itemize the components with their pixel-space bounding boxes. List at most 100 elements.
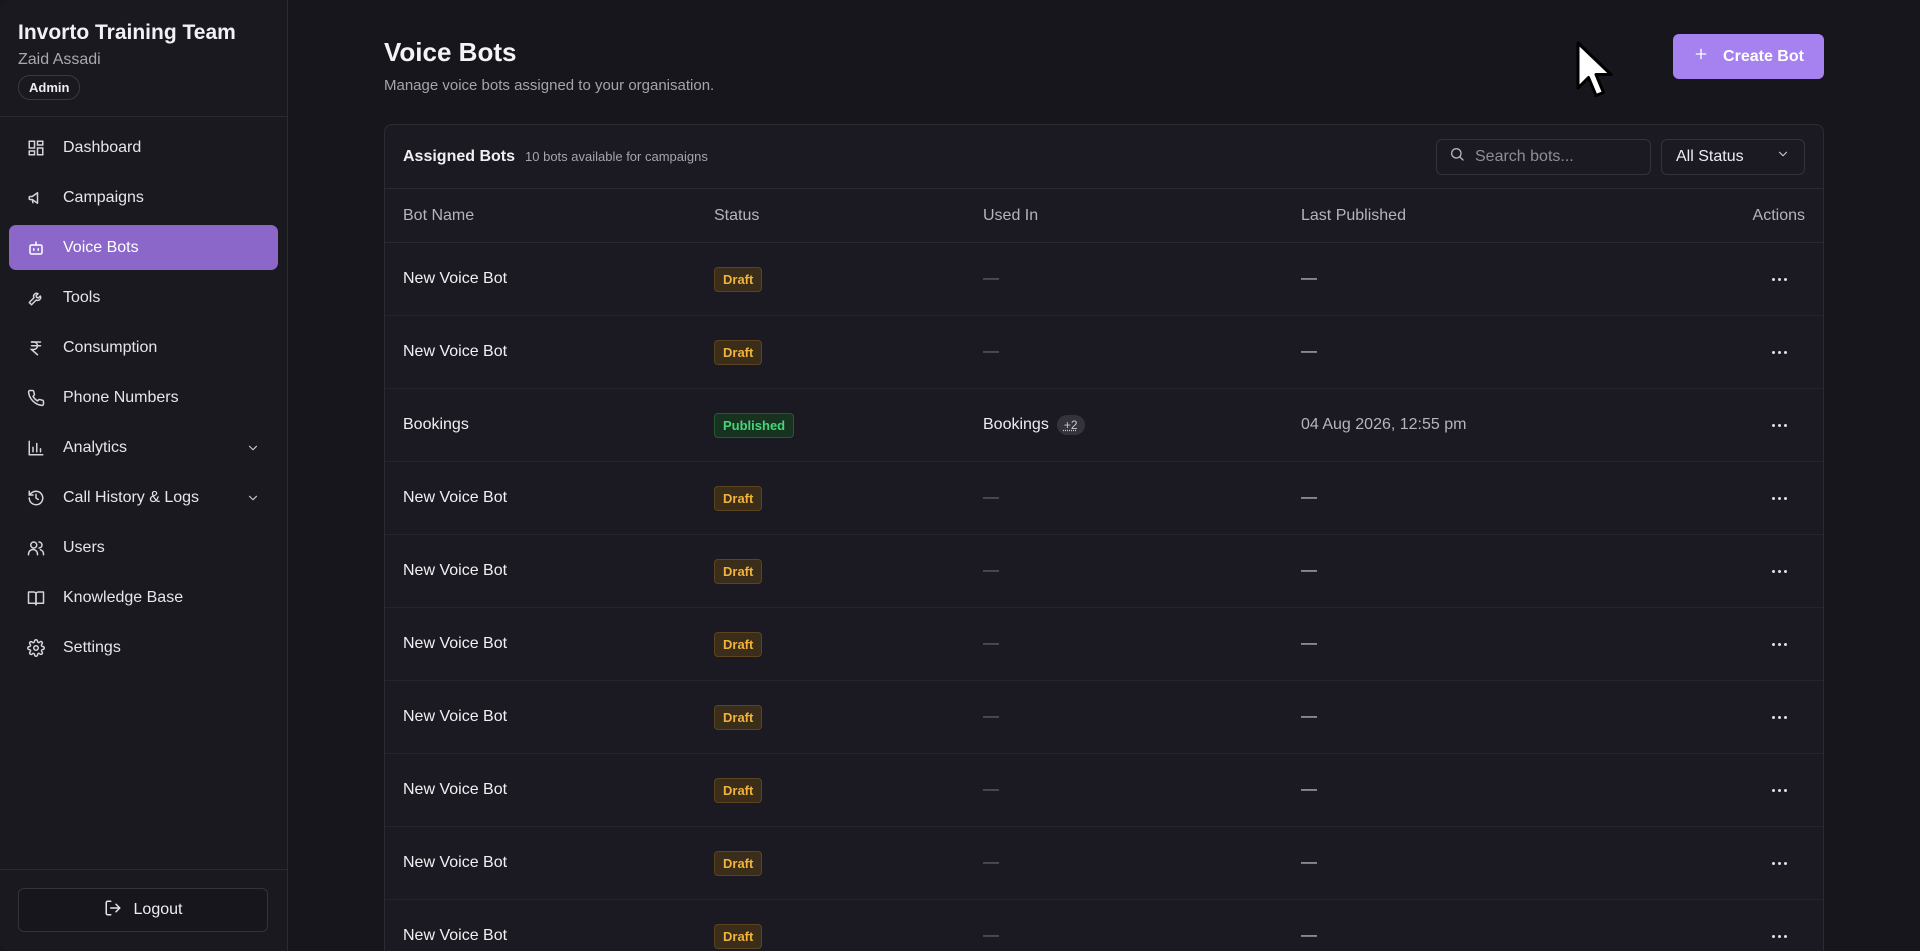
last-published-value: — (1301, 562, 1317, 579)
table-row[interactable]: New Voice Bot Draft — — (385, 243, 1823, 316)
sidebar-item-label: Settings (63, 638, 121, 656)
table-row[interactable]: New Voice Bot Draft — — (385, 900, 1823, 951)
table-row[interactable]: New Voice Bot Draft — — (385, 827, 1823, 900)
status-badge: Draft (714, 339, 763, 365)
table-row[interactable]: New Voice Bot Draft — — (385, 535, 1823, 608)
main-content: Voice Bots Manage voice bots assigned to… (288, 0, 1920, 951)
table-row[interactable]: New Voice Bot Draft — — (385, 462, 1823, 535)
search-input[interactable] (1475, 147, 1635, 166)
logout-button[interactable]: Logout (18, 888, 268, 932)
history-icon (27, 489, 45, 507)
row-actions-more-icon[interactable] (1765, 562, 1793, 582)
panel-header: Assigned Bots 10 bots available for camp… (385, 125, 1823, 189)
sidebar-nav: Dashboard Campaigns Voice Bots Tools Consump… (0, 117, 287, 678)
row-actions-more-icon[interactable] (1765, 416, 1793, 436)
last-published-value: — (1301, 635, 1317, 652)
sidebar-item-dashboard[interactable]: Dashboard (9, 125, 278, 170)
sidebar-item-label: Phone Numbers (63, 388, 179, 406)
phone-icon (27, 389, 45, 407)
table-row[interactable]: Bookings Published Bookings +2 04 Aug 2026, … (385, 389, 1823, 462)
status-filter-value: All Status (1676, 147, 1744, 165)
sidebar-item-consumption[interactable]: Consumption (9, 325, 278, 370)
chevron-down-icon (1776, 147, 1790, 166)
last-published-value: — (1301, 854, 1317, 871)
table-row[interactable]: New Voice Bot Draft — — (385, 754, 1823, 827)
last-published-value: — (1301, 781, 1317, 798)
table-row[interactable]: New Voice Bot Draft — — (385, 316, 1823, 389)
bot-icon (27, 239, 45, 257)
create-bot-button[interactable]: Create Bot (1673, 34, 1824, 79)
status-badge: Draft (714, 558, 763, 584)
chevron-down-icon[interactable] (246, 491, 260, 505)
status-badge: Draft (714, 777, 763, 803)
search-icon (1449, 146, 1465, 167)
rupee-icon (27, 339, 45, 357)
last-published-value: — (1301, 927, 1317, 944)
sidebar: Invorto Training Team Zaid Assadi Admin … (0, 0, 288, 951)
sidebar-item-analytics[interactable]: Analytics (9, 425, 278, 470)
chevron-down-icon[interactable] (246, 441, 260, 455)
row-actions-more-icon[interactable] (1765, 927, 1793, 947)
used-in-value: — (983, 927, 999, 944)
used-in-value: — (983, 854, 999, 871)
org-header: Invorto Training Team Zaid Assadi Admin (0, 0, 287, 117)
sidebar-item-users[interactable]: Users (9, 525, 278, 570)
row-actions-more-icon[interactable] (1765, 489, 1793, 509)
status-badge: Draft (714, 485, 763, 511)
role-badge: Admin (18, 75, 81, 100)
used-in-value: — (983, 270, 999, 287)
sidebar-item-label: Users (63, 538, 105, 556)
column-header-status: Status (714, 206, 760, 224)
column-header-actions: Actions (1752, 206, 1805, 224)
logout-label: Logout (133, 901, 183, 918)
used-in-more-badge[interactable]: +2 (1056, 415, 1085, 435)
used-in-value: — (983, 781, 999, 798)
bot-count: 10 bots available for campaigns (525, 149, 708, 164)
sidebar-item-label: Consumption (63, 338, 158, 356)
status-badge: Draft (714, 923, 763, 949)
sidebar-item-call-history-and-logs[interactable]: Call History & Logs (9, 475, 278, 520)
row-actions-more-icon[interactable] (1765, 343, 1793, 363)
bot-name: New Voice Bot (403, 489, 508, 506)
row-actions-more-icon[interactable] (1765, 781, 1793, 801)
sidebar-item-knowledge-base[interactable]: Knowledge Base (9, 575, 278, 620)
status-filter-select[interactable]: All Status (1661, 138, 1805, 175)
search-box[interactable] (1436, 138, 1651, 175)
create-bot-label: Create Bot (1723, 47, 1804, 65)
last-published-value: — (1301, 270, 1317, 287)
bar-chart-icon (27, 439, 45, 457)
row-actions-more-icon[interactable] (1765, 708, 1793, 728)
bot-name: New Voice Bot (403, 270, 508, 287)
table-row[interactable]: New Voice Bot Draft — — (385, 681, 1823, 754)
sidebar-item-label: Voice Bots (63, 238, 139, 256)
sidebar-item-settings[interactable]: Settings (9, 625, 278, 670)
last-published-value: — (1301, 708, 1317, 725)
user-name: Zaid Assadi (18, 51, 101, 68)
bot-name: New Voice Bot (403, 635, 508, 652)
book-icon (27, 589, 45, 607)
used-in-value: — (983, 635, 999, 652)
panel-title: Assigned Bots (403, 147, 516, 165)
sidebar-item-voice-bots[interactable]: Voice Bots (9, 225, 278, 270)
status-badge: Draft (714, 850, 763, 876)
page-subtitle: Manage voice bots assigned to your organ… (384, 77, 715, 94)
sidebar-item-phone-numbers[interactable]: Phone Numbers (9, 375, 278, 420)
sidebar-item-label: Tools (63, 288, 101, 306)
status-badge: Draft (714, 631, 763, 657)
column-header-bot-name: Bot Name (403, 206, 475, 224)
status-badge: Published (714, 412, 795, 438)
row-actions-more-icon[interactable] (1765, 854, 1793, 874)
assigned-bots-panel: Assigned Bots 10 bots available for camp… (384, 124, 1824, 951)
used-in-value: — (983, 708, 999, 725)
row-actions-more-icon[interactable] (1765, 635, 1793, 655)
last-published-value: — (1301, 489, 1317, 506)
table-row[interactable]: New Voice Bot Draft — — (385, 608, 1823, 681)
sidebar-item-tools[interactable]: Tools (9, 275, 278, 320)
used-in-value: — (983, 343, 999, 360)
bot-name: New Voice Bot (403, 854, 508, 871)
sidebar-item-campaigns[interactable]: Campaigns (9, 175, 278, 220)
row-actions-more-icon[interactable] (1765, 270, 1793, 290)
table-header: Bot Name Status Used In Last Published A… (385, 189, 1823, 243)
sidebar-item-label: Dashboard (63, 138, 142, 156)
table-body: New Voice Bot Draft — — New Voice Bot Draft — —… (385, 243, 1823, 951)
